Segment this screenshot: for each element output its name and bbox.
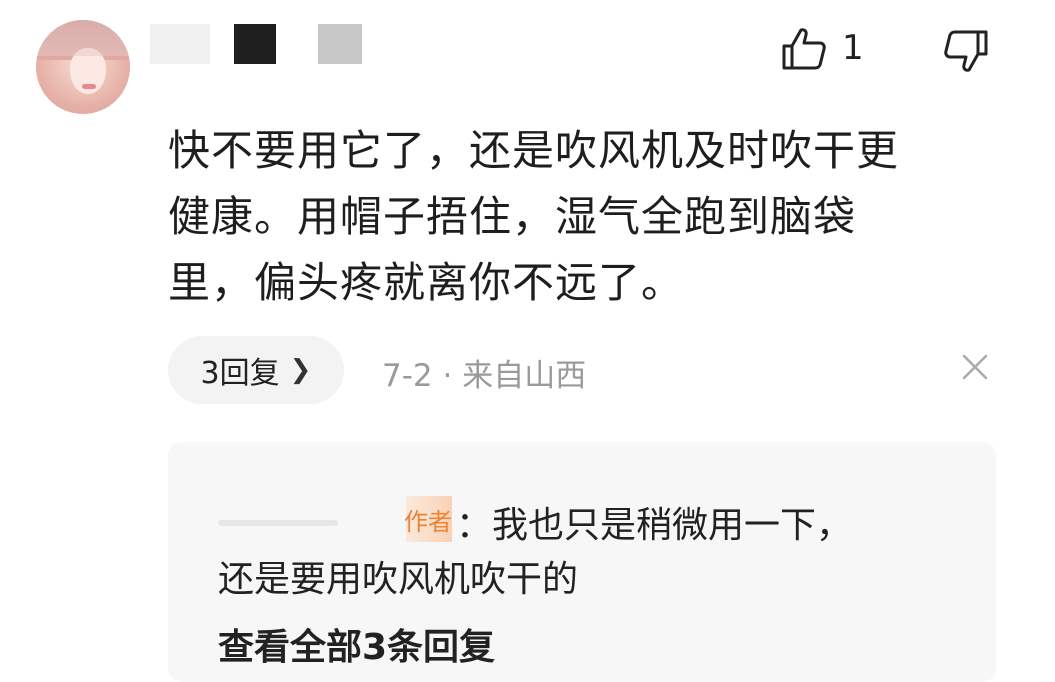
reply-text: ：我也只是稍微用一下， [456,505,853,546]
view-all-replies-link[interactable]: 查看全部3条回复 [218,618,495,670]
like-count: 1 [842,28,864,68]
chevron-right-icon: ❯ [289,355,312,385]
comment-line: 里，偏头疼就离你不远了。 [168,258,685,307]
username-censor [318,24,362,64]
avatar-censor [36,20,130,56]
close-icon[interactable] [960,352,990,382]
author-badge: 作者 [404,508,452,536]
thumbs-up-icon[interactable] [780,26,828,72]
username-censor [150,24,210,64]
reply-text: 还是要用吹风机吹干的 [218,559,579,600]
username-censor [234,24,276,64]
replies-button[interactable]: 3回复 ❯ [168,336,344,404]
comment-text: 快不要用它了，还是吹风机及时吹干更 健康。用帽子捂住，湿气全跑到脑袋 里，偏头疼… [168,118,998,316]
replies-label: 3回复 [200,356,280,391]
avatar[interactable] [36,20,130,114]
avatar-lips [82,84,96,89]
comment-meta: 7-2 · 来自山西 [382,358,587,394]
thumbs-down-icon[interactable] [942,28,990,74]
comment-line: 快不要用它了，还是吹风机及时吹干更 [168,126,900,175]
comment-line: 健康。用帽子捂住，湿气全跑到脑袋 [168,192,857,241]
